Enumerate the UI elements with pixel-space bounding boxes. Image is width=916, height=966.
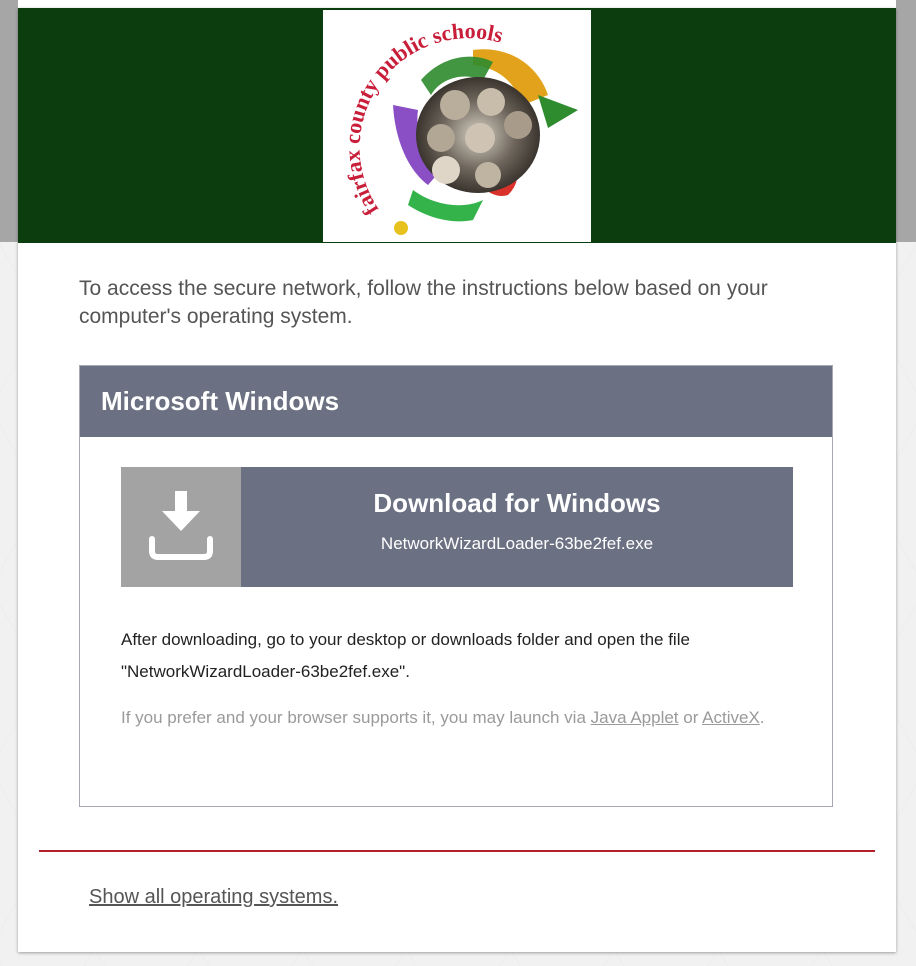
windows-panel: Microsoft Windows Download for Windows N… xyxy=(79,365,833,807)
left-side-strip xyxy=(0,0,18,242)
intro-text: To access the secure network, follow the… xyxy=(79,277,768,328)
download-icon-box xyxy=(121,467,241,587)
activex-link[interactable]: ActiveX xyxy=(702,708,760,727)
section-divider xyxy=(39,850,875,852)
alternative-launch-text: If you prefer and your browser supports … xyxy=(121,702,811,734)
after-download-instructions: After downloading, go to your desktop or… xyxy=(121,630,690,681)
right-side-strip xyxy=(896,0,916,242)
page-header: fairfax county public schools xyxy=(18,8,896,243)
school-logo-image: fairfax county public schools xyxy=(340,18,578,235)
windows-panel-title: Microsoft Windows xyxy=(101,386,340,416)
top-edge xyxy=(0,0,916,8)
download-icon xyxy=(149,491,213,560)
alt-text-suffix: . xyxy=(759,708,765,727)
content-card: fairfax county public schools To access … xyxy=(18,8,896,952)
alt-text-prefix: If you prefer and your browser supports … xyxy=(121,708,591,727)
windows-panel-header: Microsoft Windows xyxy=(80,366,832,437)
show-all-operating-systems-link[interactable]: Show all operating systems. xyxy=(89,884,338,910)
java-applet-link[interactable]: Java Applet xyxy=(591,708,679,727)
alt-text-or: or xyxy=(678,708,703,727)
download-button-title: Download for Windows xyxy=(373,488,661,518)
download-for-windows-button[interactable]: Download for Windows NetworkWizardLoader… xyxy=(121,467,793,587)
school-logo: fairfax county public schools xyxy=(323,10,591,242)
download-button-filename: NetworkWizardLoader-63be2fef.exe xyxy=(380,534,654,553)
